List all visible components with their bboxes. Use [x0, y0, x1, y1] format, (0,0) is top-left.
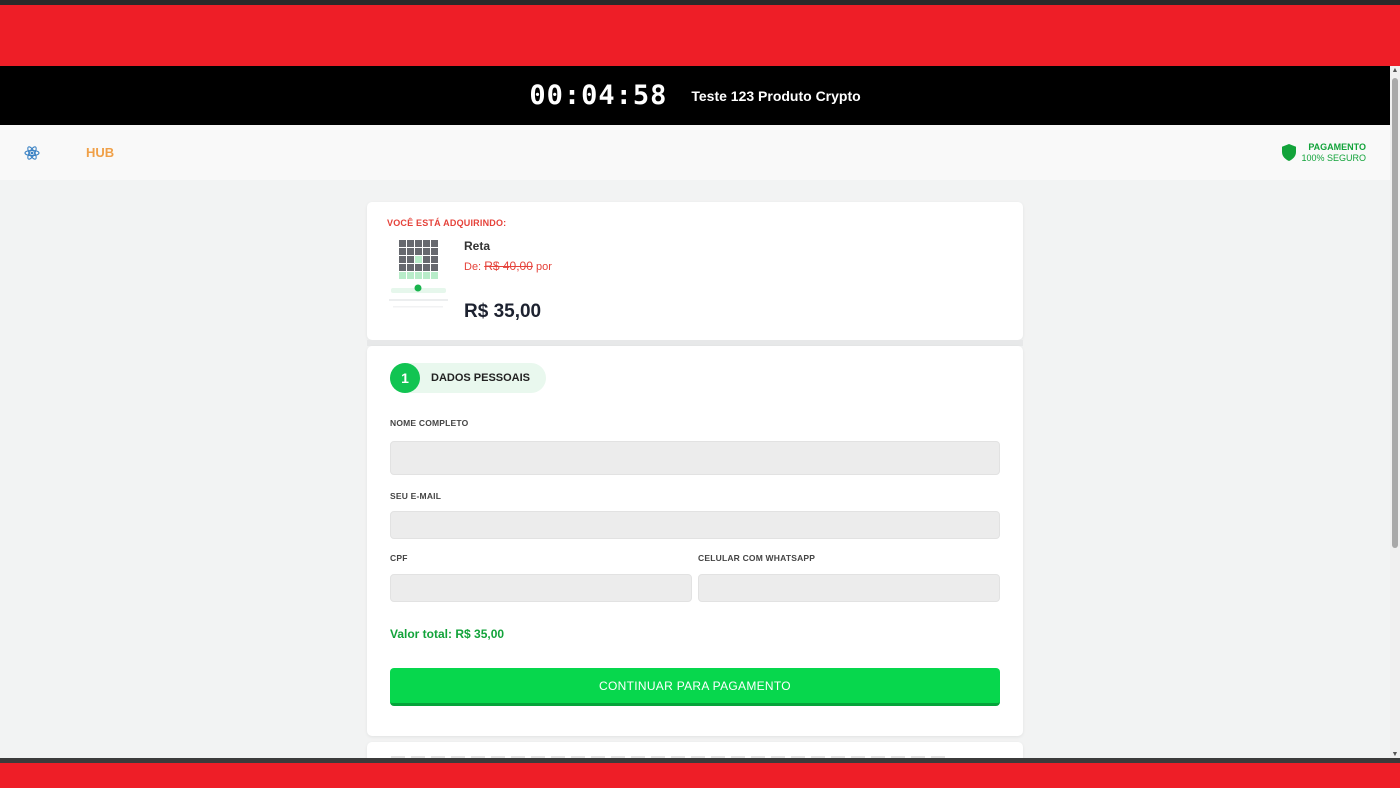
- countdown-bar: 00:04:58 Teste 123 Produto Crypto: [0, 66, 1390, 125]
- countdown-product-title: Teste 123 Produto Crypto: [691, 87, 861, 104]
- name-label: NOME COMPLETO: [390, 418, 469, 428]
- scroll-up-arrow-icon[interactable]: ▲: [1391, 67, 1399, 75]
- site-header: HUB PAGAMENTO 100% SEGURO: [0, 125, 1390, 180]
- whatsapp-label: CELULAR COM WHATSAPP: [698, 553, 816, 563]
- product-info: Reta De: R$ 40,00 por R$ 35,00: [464, 236, 552, 323]
- cpf-input[interactable]: [390, 574, 692, 602]
- page-scrollbar[interactable]: ▲ ▼: [1390, 66, 1400, 760]
- purchase-heading: VOCÊ ESTÁ ADQUIRINDO:: [387, 218, 507, 228]
- top-red-banner: [0, 0, 1400, 66]
- product-row: Reta De: R$ 40,00 por R$ 35,00: [387, 236, 1003, 323]
- countdown-timer: 00:04:58: [529, 80, 668, 111]
- old-price-prefix: De:: [464, 261, 482, 273]
- full-name-input[interactable]: [390, 441, 1000, 475]
- email-label: SEU E-MAIL: [390, 491, 442, 501]
- product-thumbnail: [389, 240, 448, 308]
- old-price-line: De: R$ 40,00 por: [464, 259, 552, 273]
- total-value: Valor total: R$ 35,00: [390, 627, 505, 641]
- product-summary-card: VOCÊ ESTÁ ADQUIRINDO: Reta De: R$ 40,00: [367, 202, 1023, 340]
- scroll-thumb[interactable]: [1392, 78, 1398, 548]
- step-title: DADOS PESSOAIS: [431, 372, 531, 384]
- personal-data-form-card: 1 DADOS PESSOAIS NOME COMPLETO SEU E-MAI…: [367, 346, 1023, 736]
- email-input[interactable]: [390, 511, 1000, 539]
- product-name: Reta: [464, 239, 491, 253]
- logo-hub-text: HUB: [86, 145, 115, 160]
- current-price: R$ 35,00: [464, 301, 542, 322]
- secure-line-1: PAGAMENTO: [1308, 141, 1366, 152]
- old-price: R$ 40,00: [484, 259, 533, 273]
- brand-logo[interactable]: HUB: [24, 145, 114, 161]
- shield-icon: [1282, 144, 1297, 161]
- atom-logo-icon: [24, 145, 40, 160]
- secure-payment-badge: PAGAMENTO 100% SEGURO: [1282, 142, 1366, 164]
- secure-payment-text: PAGAMENTO 100% SEGURO: [1301, 142, 1366, 164]
- step-number-badge: 1: [390, 363, 420, 393]
- continue-to-payment-button[interactable]: CONTINUAR PARA PAGAMENTO: [390, 668, 1000, 706]
- step-indicator: 1 DADOS PESSOAIS: [390, 363, 547, 393]
- whatsapp-input[interactable]: [698, 574, 1000, 602]
- old-price-suffix: por: [535, 261, 552, 273]
- secure-line-2: 100% SEGURO: [1301, 152, 1366, 163]
- cpf-label: CPF: [390, 553, 408, 563]
- bottom-red-banner: [0, 763, 1400, 788]
